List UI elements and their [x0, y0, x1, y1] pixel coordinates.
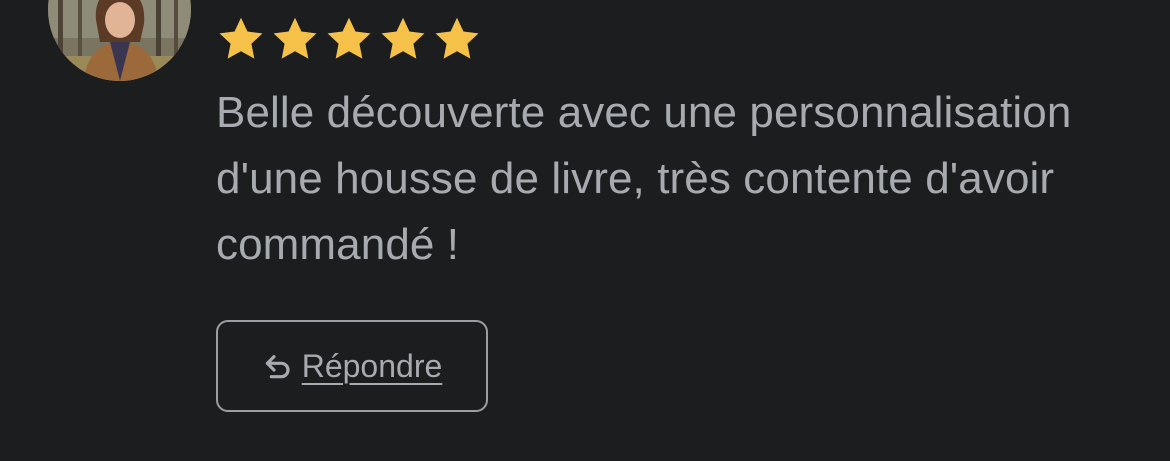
- star-icon: [381, 17, 425, 59]
- star-icon: [219, 17, 263, 59]
- avatar: [48, 0, 191, 81]
- star-icon: [327, 17, 371, 59]
- reply-button[interactable]: Répondre: [216, 320, 488, 412]
- star-rating: [216, 14, 482, 64]
- star-icon: [273, 17, 317, 59]
- review-text: Belle découverte avec une personnalisati…: [216, 88, 1072, 269]
- avatar-photo: [48, 0, 191, 81]
- reply-arrow-icon: [265, 355, 290, 379]
- star-icon: [435, 17, 479, 59]
- reply-button-label: Répondre: [301, 347, 443, 384]
- review-card: Belle découverte avec une personnalisati…: [0, 0, 1170, 461]
